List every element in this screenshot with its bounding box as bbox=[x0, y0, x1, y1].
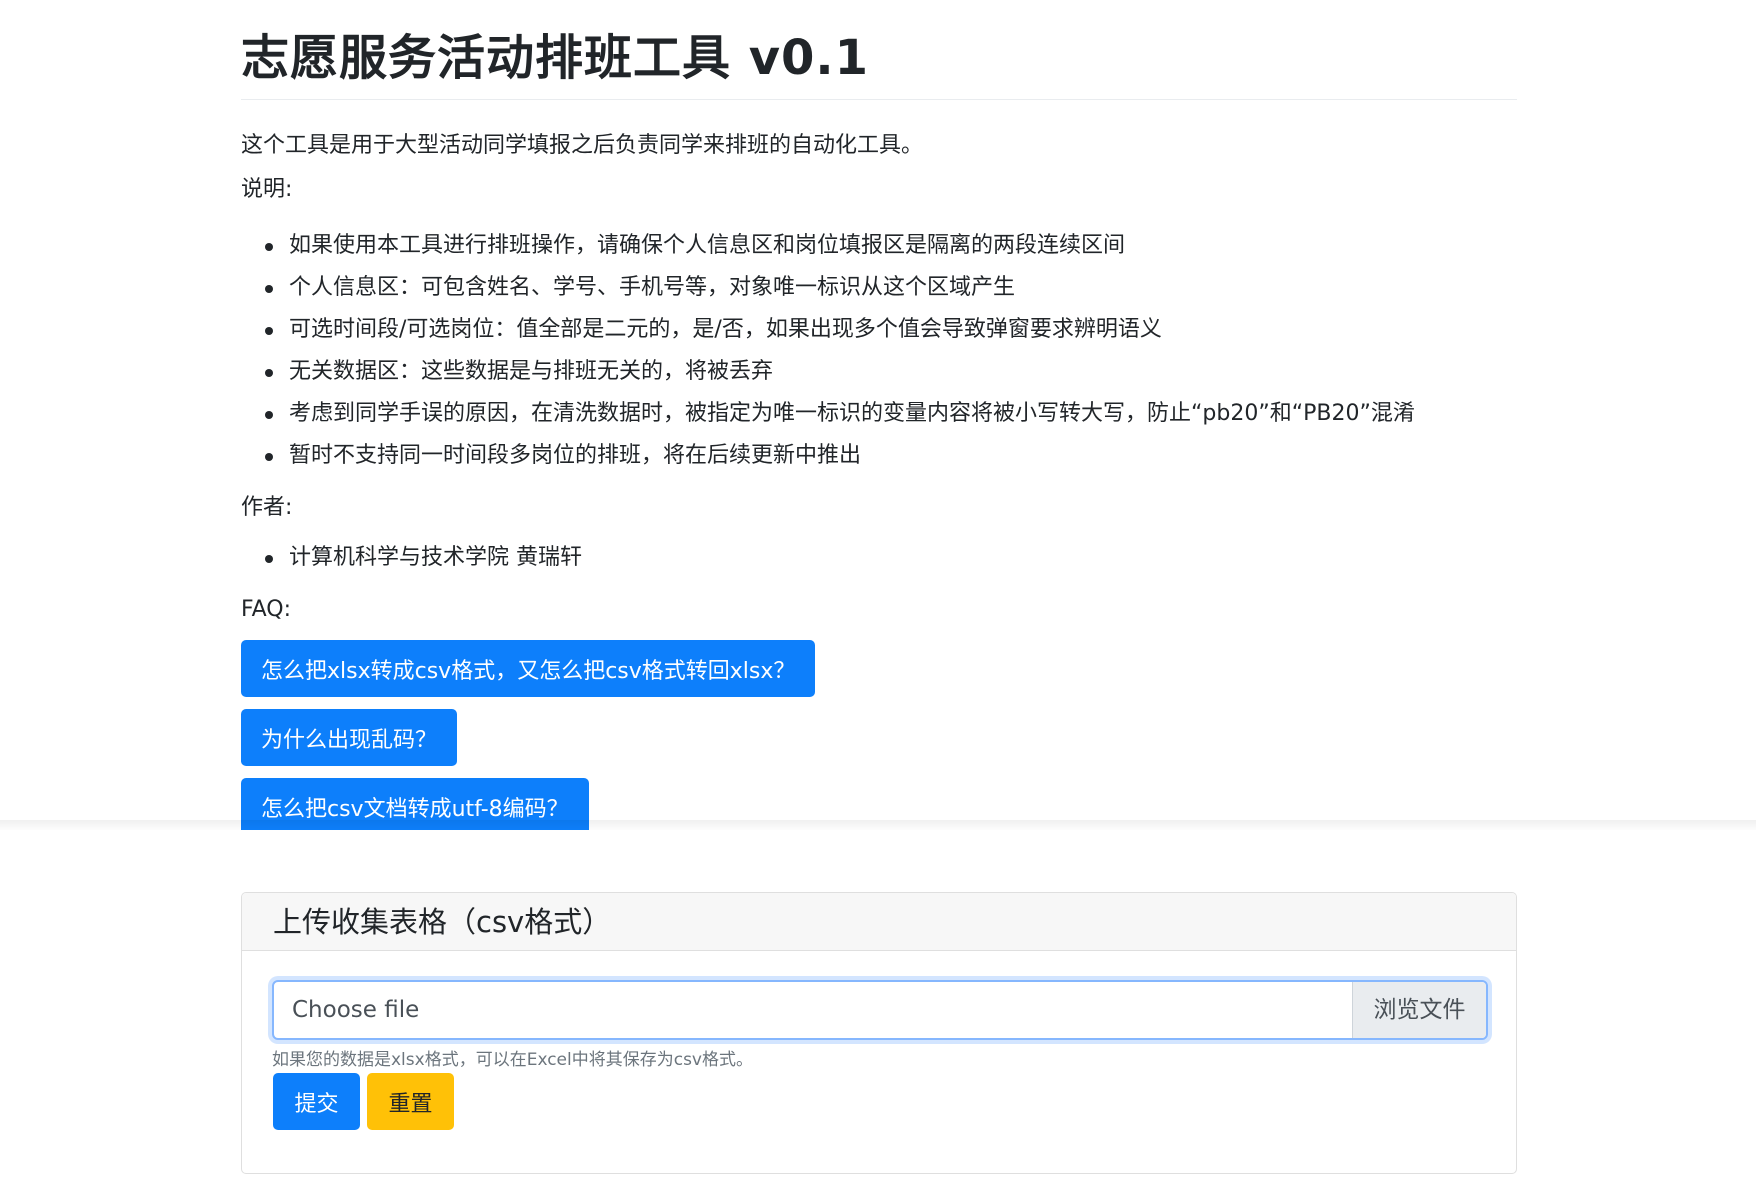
author-list: 计算机科学与技术学院 黄瑞轩 bbox=[241, 537, 582, 579]
list-item: 如果使用本工具进行排班操作，请确保个人信息区和岗位填报区是隔离的两段连续区间 bbox=[241, 225, 1415, 267]
faq-button-xlsx-csv[interactable]: 怎么把xlsx转成csv格式，又怎么把csv格式转回xlsx？ bbox=[241, 640, 816, 697]
faq-label: FAQ: bbox=[241, 597, 292, 622]
browse-button[interactable]: 浏览文件 bbox=[1352, 982, 1486, 1038]
list-item: 考虑到同学手误的原因，在清洗数据时，被指定为唯一标识的变量内容将被小写转大写，防… bbox=[241, 393, 1415, 435]
intro-text: 这个工具是用于大型活动同学填报之后负责同学来排班的自动化工具。 bbox=[241, 133, 924, 158]
list-item: 无关数据区：这些数据是与排班无关的，将被丢弃 bbox=[241, 351, 1415, 393]
upload-card-header: 上传收集表格（csv格式） bbox=[242, 893, 1516, 951]
reset-button[interactable]: 重置 bbox=[367, 1073, 454, 1130]
list-item: 可选时间段/可选岗位：值全部是二元的，是/否，如果出现多个值会导致弹窗要求辨明语… bbox=[241, 309, 1415, 351]
file-input[interactable]: Choose file bbox=[274, 982, 1352, 1038]
notes-list: 如果使用本工具进行排班操作，请确保个人信息区和岗位填报区是隔离的两段连续区间 个… bbox=[241, 225, 1415, 477]
author-label: 作者: bbox=[241, 495, 293, 520]
faq-button-garbled-text[interactable]: 为什么出现乱码？ bbox=[241, 709, 458, 766]
upload-card: 上传收集表格（csv格式） Choose file 浏览文件 如果您的数据是xl… bbox=[241, 892, 1517, 1174]
page-title: 志愿服务活动排班工具 v0.1 bbox=[241, 30, 870, 86]
list-item: 计算机科学与技术学院 黄瑞轩 bbox=[241, 537, 582, 579]
upload-help-text: 如果您的数据是xlsx格式，可以在Excel中将其保存为csv格式。 bbox=[272, 1050, 753, 1070]
notes-label: 说明: bbox=[241, 177, 293, 202]
file-picker[interactable]: Choose file 浏览文件 bbox=[272, 980, 1488, 1040]
list-item: 暂时不支持同一时间段多岗位的排班，将在后续更新中推出 bbox=[241, 435, 1415, 477]
list-item: 个人信息区：可包含姓名、学号、手机号等，对象唯一标识从这个区域产生 bbox=[241, 267, 1415, 309]
submit-button[interactable]: 提交 bbox=[273, 1073, 360, 1130]
title-divider bbox=[241, 99, 1517, 100]
